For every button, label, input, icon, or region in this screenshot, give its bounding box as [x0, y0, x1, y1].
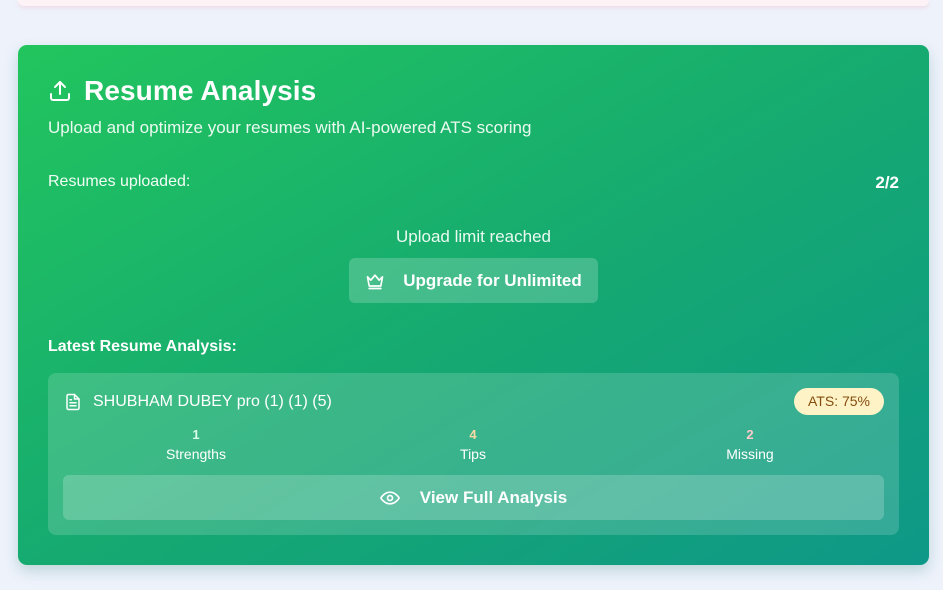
resume-analysis-card: Resume Analysis Upload and optimize your… [18, 45, 929, 565]
missing-count: 2 [746, 427, 754, 442]
card-subtitle: Upload and optimize your resumes with AI… [48, 118, 532, 137]
view-full-analysis-button[interactable]: View Full Analysis [63, 475, 884, 520]
missing-label: Missing [726, 446, 774, 462]
upload-limit-message: Upload limit reached [396, 227, 551, 246]
file-text-icon [66, 393, 80, 411]
upgrade-button-label: Upgrade for Unlimited [403, 270, 582, 290]
resume-file-row: SHUBHAM DUBEY pro (1) (1) (5) [64, 393, 332, 411]
tips-label: Tips [460, 446, 486, 462]
upload-icon [50, 81, 70, 101]
latest-analysis-panel: SHUBHAM DUBEY pro (1) (1) (5) ATS: 75% 1… [48, 373, 899, 535]
stat-strengths: 1 Strengths [96, 427, 296, 464]
previous-card-edge [18, 0, 929, 6]
resume-file-name: SHUBHAM DUBEY pro (1) (1) (5) [93, 393, 332, 410]
strengths-label: Strengths [166, 446, 226, 462]
uploads-label: Resumes uploaded: [48, 173, 191, 190]
uploads-count: 2/2 [875, 173, 899, 192]
card-title: Resume Analysis [84, 75, 317, 106]
latest-analysis-heading: Latest Resume Analysis: [48, 338, 237, 355]
ats-score-badge: ATS: 75% [794, 388, 884, 415]
view-full-analysis-label: View Full Analysis [419, 487, 568, 507]
tips-count: 4 [469, 427, 477, 442]
eye-icon [379, 490, 400, 505]
stat-missing: 2 Missing [650, 427, 850, 464]
crown-icon [366, 273, 384, 289]
upgrade-button[interactable]: Upgrade for Unlimited [349, 258, 598, 303]
strengths-count: 1 [192, 427, 200, 442]
stat-tips: 4 Tips [373, 427, 573, 464]
card-header: Resume Analysis [48, 75, 316, 107]
